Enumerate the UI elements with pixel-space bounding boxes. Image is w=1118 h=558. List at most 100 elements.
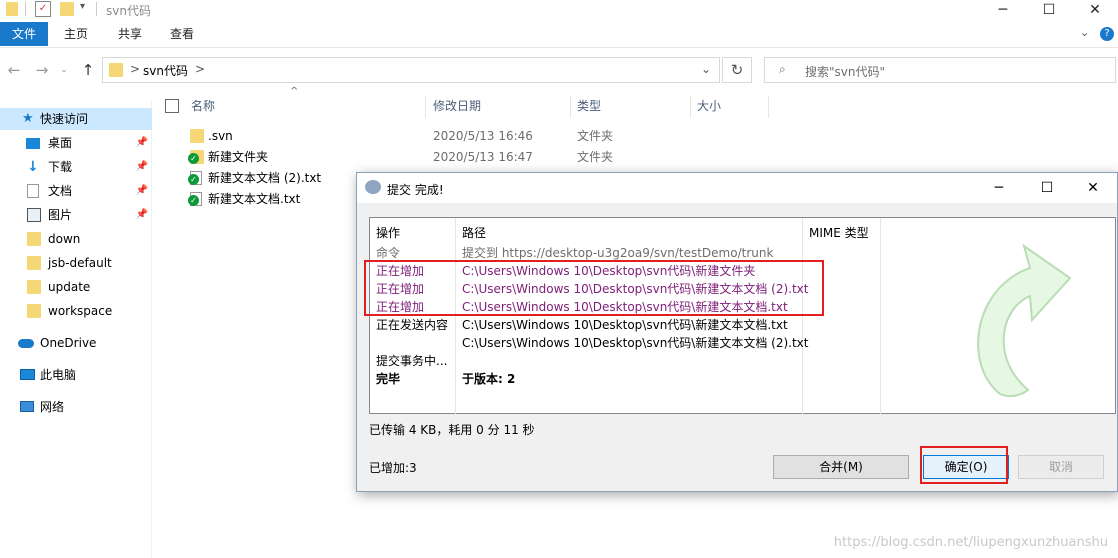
column-header-type[interactable]: 类型 [577,98,601,116]
select-all-checkbox[interactable] [165,99,179,113]
file-row[interactable]: ✓ 新建文本文档.txt [186,189,356,210]
nav-item-update[interactable]: update [0,276,152,298]
folder-icon [190,129,204,143]
file-row[interactable]: ✓ 新建文件夹 2020/5/13 16:47 文件夹 [186,147,666,168]
address-dropdown-icon[interactable]: ⌄ [701,62,711,76]
merge-button[interactable]: 合并(M) [773,455,909,479]
minimize-button[interactable]: ─ [979,177,1019,199]
folder-icon [27,256,41,270]
breadcrumb-separator: > [130,62,141,76]
svn-status-ok-icon: ✓ [188,174,199,185]
nav-label: 桌面 [48,136,73,150]
tab-share[interactable]: 共享 [118,22,142,46]
nav-label: 此电脑 [40,368,77,382]
nav-label: OneDrive [40,336,97,350]
highlight-box-added-files [364,260,824,316]
column-divider[interactable] [768,96,769,118]
nav-item-documents[interactable]: 文档 📌 [0,180,152,202]
help-icon[interactable]: ? [1100,27,1114,41]
refresh-button[interactable]: ↻ [722,57,752,83]
folder-icon [6,2,18,16]
column-header-date[interactable]: 修改日期 [433,98,481,116]
recent-dropdown-icon[interactable]: ⌄ [54,60,74,80]
minimize-button[interactable]: ─ [980,0,1026,22]
nav-label: 文档 [48,184,73,198]
search-input[interactable]: ⌕ 搜索"svn代码" [764,57,1116,83]
file-date: 2020/5/13 16:46 [433,129,533,143]
column-divider[interactable] [690,96,691,118]
nav-item-desktop[interactable]: 桌面 📌 [0,132,152,154]
network-icon [20,401,34,412]
file-row[interactable]: ✓ 新建文本文档 (2).txt [186,168,356,189]
nav-item-network[interactable]: 网络 [0,396,152,418]
separator [96,2,97,16]
log-path: C:\Users\Windows 10\Desktop\svn代码\新建文本文档… [462,318,788,332]
column-mime [803,218,881,414]
nav-quick-access[interactable]: ★ 快速访问 [0,108,152,130]
nav-item-pictures[interactable]: 图片 📌 [0,204,152,226]
ribbon: 文件 主页 共享 查看 ⌄ ? [0,22,1118,48]
quick-access-dropdown-icon[interactable]: ▾ [80,1,85,12]
nav-label: 快速访问 [40,112,89,126]
column-header-mime[interactable]: MIME 类型 [809,224,869,241]
tab-view[interactable]: 查看 [170,22,194,46]
nav-label: update [48,280,91,294]
maximize-button[interactable]: ☐ [1026,0,1072,22]
file-type: 文件夹 [577,150,614,164]
pin-icon: 📌 [135,185,148,196]
dialog-title: 提交 完成! [387,183,444,197]
nav-item-onedrive[interactable]: OneDrive [0,332,152,354]
forward-arrow-icon[interactable]: → [32,60,52,80]
folder-icon [27,280,41,294]
nav-item-downloads[interactable]: ↓ 下载 📌 [0,156,152,178]
close-button[interactable]: ✕ [1072,0,1118,22]
document-icon [27,184,39,198]
properties-icon[interactable]: ✓ [35,1,51,17]
tortoise-icon [365,180,381,194]
column-header-action[interactable]: 操作 [376,224,400,241]
nav-label: 下载 [48,160,73,174]
folder-icon [27,232,41,246]
log-action: 提交事务中... [376,354,448,368]
breadcrumb-chevron[interactable]: > [195,62,205,76]
svn-status-ok-icon: ✓ [188,195,199,206]
address-row: ← → ⌄ ↑ > svn代码 > ⌄ ↻ ⌕ 搜索"svn代码" [0,52,1118,92]
column-divider[interactable] [425,96,426,118]
column-header-path[interactable]: 路径 [462,224,486,241]
column-header-size[interactable]: 大小 [697,98,721,116]
tab-file[interactable]: 文件 [0,22,48,46]
transfer-summary: 已传输 4 KB，耗用 0 分 11 秒 [369,423,535,437]
new-folder-icon[interactable] [60,2,74,16]
folder-icon [109,63,123,77]
cancel-button[interactable]: 取消 [1018,455,1104,479]
file-row[interactable]: .svn 2020/5/13 16:46 文件夹 [186,126,666,147]
nav-label: 网络 [40,400,65,414]
address-bar[interactable]: > svn代码 > ⌄ [102,57,720,83]
nav-item-workspace[interactable]: workspace [0,300,152,322]
nav-item-down[interactable]: down [0,228,152,250]
column-divider[interactable] [570,96,571,118]
nav-item-jsb-default[interactable]: jsb-default [0,252,152,274]
back-arrow-icon[interactable]: ← [4,60,24,80]
nav-label: down [48,232,81,246]
file-name: 新建文本文档 (2).txt [208,171,322,185]
separator [25,2,26,16]
search-placeholder: 搜索"svn代码" [805,65,885,79]
up-arrow-icon[interactable]: ↑ [78,60,98,80]
commit-success-arrow-icon [977,243,1072,398]
maximize-button[interactable]: ☐ [1027,177,1067,199]
chevron-down-icon[interactable]: ⌄ [1080,26,1089,39]
column-header-name[interactable]: 名称 [191,98,215,116]
nav-label: 图片 [48,208,73,222]
close-button[interactable]: ✕ [1073,177,1113,199]
tab-home[interactable]: 主页 [64,22,88,46]
log-path: C:\Users\Windows 10\Desktop\svn代码\新建文本文档… [462,336,809,350]
added-count: 已增加:3 [369,461,417,475]
picture-icon [27,208,41,222]
file-type: 文件夹 [577,129,614,143]
nav-item-this-pc[interactable]: 此电脑 [0,364,152,386]
star-icon: ★ [22,111,34,126]
file-name: .svn [208,129,233,143]
breadcrumb-current[interactable]: svn代码 [143,62,188,79]
nav-label: workspace [48,304,113,318]
